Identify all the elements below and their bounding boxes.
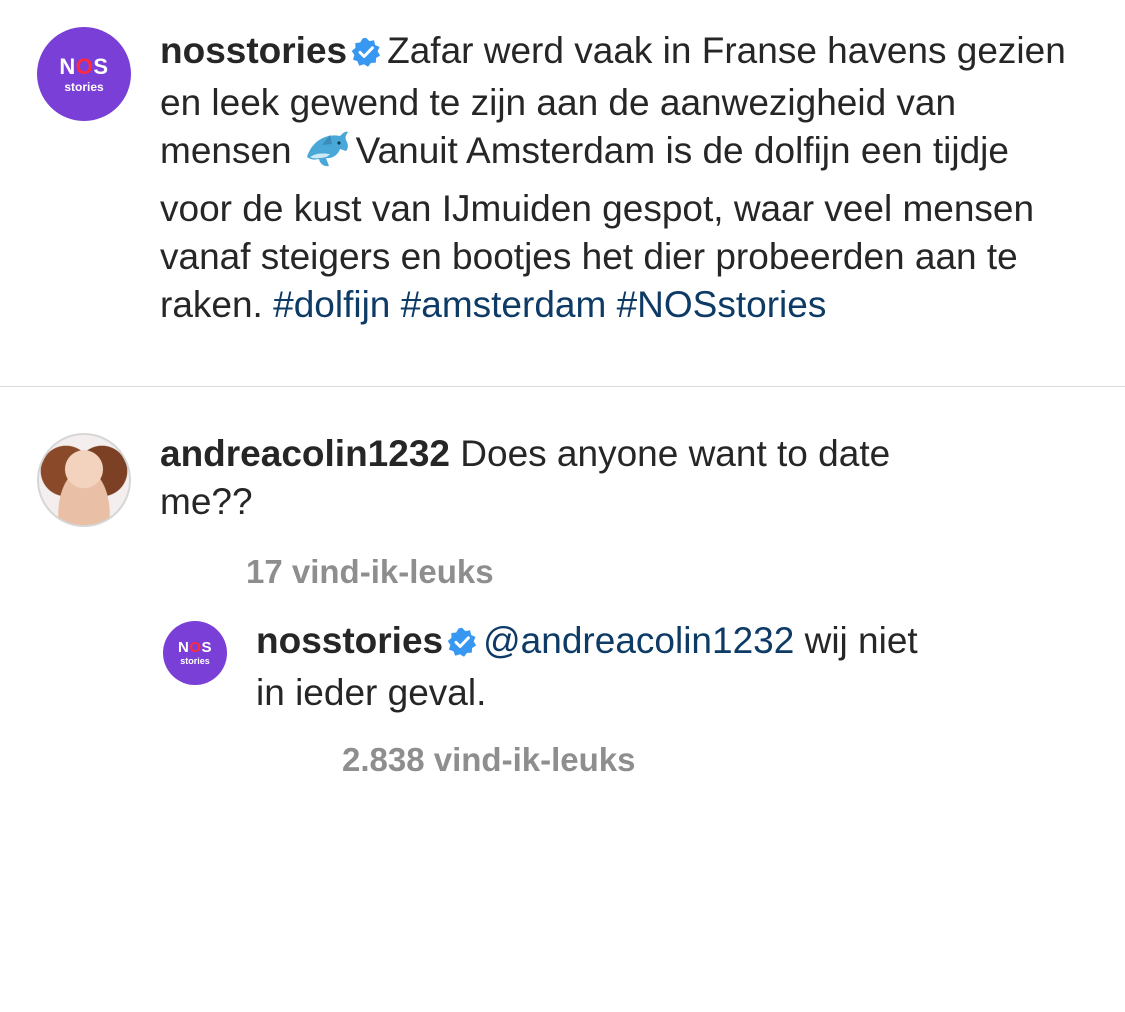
nosstories-avatar[interactable]: NOS stories	[37, 27, 131, 121]
reply-avatar[interactable]: NOS stories	[163, 621, 227, 685]
hashtag-link[interactable]: #amsterdam	[401, 284, 607, 325]
stories-logo-text: stories	[180, 656, 210, 666]
reply-likes[interactable]: 2.838 vind-ik-leuks	[342, 741, 635, 779]
hashtag-link[interactable]: #dolfijn	[273, 284, 390, 325]
caption-username[interactable]: nosstories	[160, 30, 347, 71]
nos-logo-text: NOS	[59, 53, 109, 79]
dolphin-icon	[302, 127, 352, 185]
reply-row: NOS stories nosstories @andreacolin1232 w…	[0, 607, 1125, 807]
caption-text: nosstories Zafar werd vaak in Franse have…	[160, 27, 1090, 329]
commenter-avatar[interactable]	[37, 433, 131, 527]
reply-username[interactable]: nosstories	[256, 620, 443, 661]
stories-logo-text: stories	[64, 79, 104, 94]
hashtag-link[interactable]: #NOSstories	[617, 284, 827, 325]
comment-username[interactable]: andreacolin1232	[160, 433, 450, 474]
verified-badge-icon	[351, 31, 381, 79]
comment-row: andreacolin1232 Does anyone want to date…	[0, 387, 1125, 607]
nos-logo-text: NOS	[177, 639, 213, 656]
reply-text: nosstories @andreacolin1232 wij niet in i…	[256, 617, 956, 717]
comment-text: andreacolin1232 Does anyone want to date…	[160, 430, 940, 526]
comment-likes[interactable]: 17 vind-ik-leuks	[246, 553, 494, 591]
caption-row: NOS stories nosstories Zafar werd vaak in…	[0, 0, 1125, 386]
reply-mention[interactable]: @andreacolin1232	[483, 620, 794, 661]
verified-badge-icon	[447, 621, 477, 669]
